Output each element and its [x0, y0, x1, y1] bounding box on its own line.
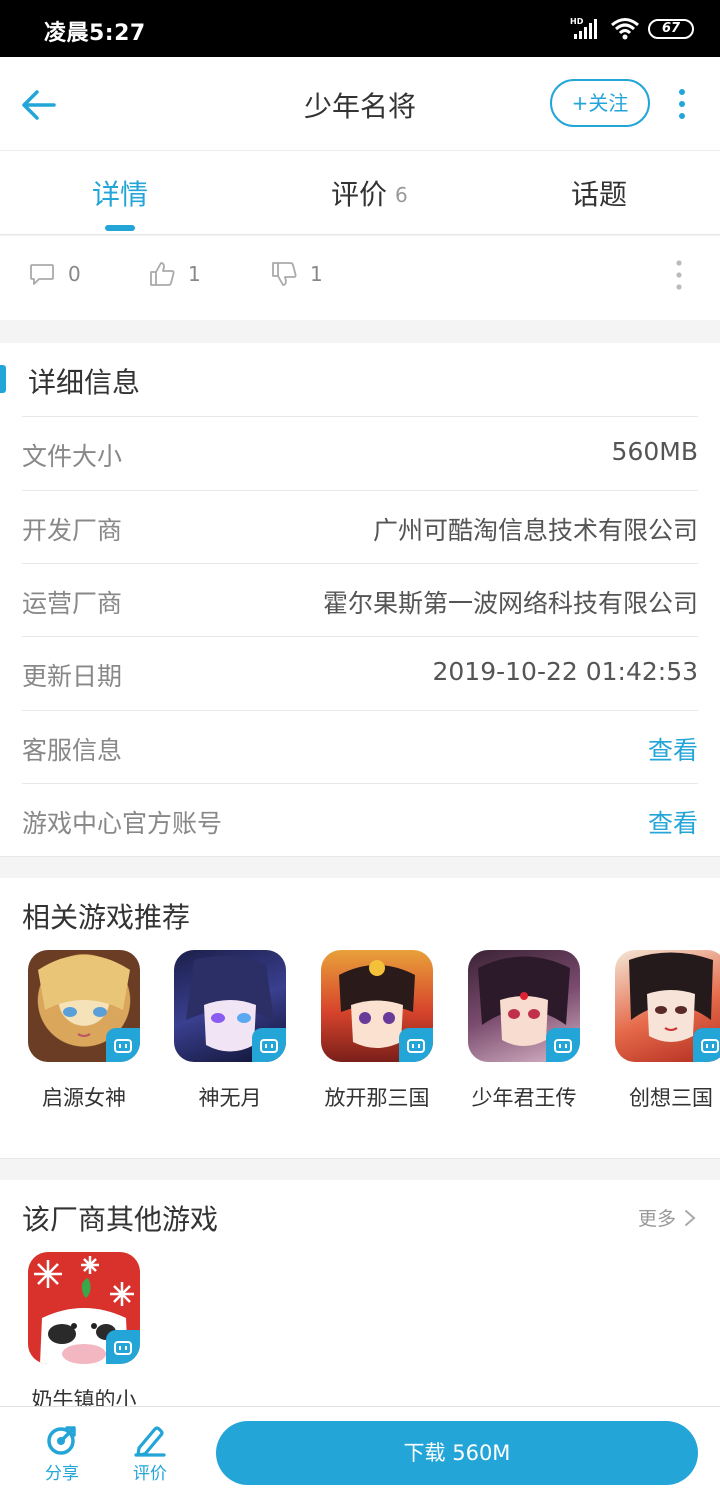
status-time: 凌晨5:27 — [44, 21, 146, 46]
details-title: 详细信息 — [28, 366, 141, 399]
game-name: 少年君王传 — [471, 1086, 577, 1110]
like-count: 1 — [188, 262, 201, 286]
tab-topics[interactable]: 话题 — [571, 173, 627, 213]
detail-row-developer: 开发厂商 广州可酷淘信息技术有限公司 — [22, 490, 698, 563]
status-bar: 凌晨5:27 HD 67 — [0, 0, 720, 57]
more-label: 更多 — [637, 1208, 676, 1230]
game-icon — [468, 950, 580, 1062]
detail-row-update-date: 更新日期 2019-10-22 01:42:53 — [22, 636, 698, 709]
detail-value: 霍尔果斯第一波网络科技有限公司 — [322, 589, 698, 618]
bilibili-badge-icon — [399, 1028, 433, 1062]
dislike-button[interactable]: 1 — [270, 260, 323, 288]
game-card[interactable]: 奶牛镇的小 — [19, 1252, 149, 1406]
official-account-view-link[interactable]: 查看 — [648, 804, 698, 840]
app-bar: 少年名将 +关注 — [0, 57, 720, 151]
vendor-games-section: 该厂商其他游戏 更多 奶牛镇的小 — [0, 1180, 720, 1406]
edit-pencil-icon — [134, 1426, 166, 1457]
game-name: 神无月 — [198, 1086, 262, 1110]
game-card[interactable]: 神无月 — [165, 950, 295, 1112]
related-games-section: 相关游戏推荐 启源女神 神无月 放开那三国 少年君王传 创想三国 — [0, 878, 720, 1158]
dislike-count: 1 — [310, 262, 323, 286]
bilibili-badge-icon — [252, 1028, 286, 1062]
related-games-title: 相关游戏推荐 — [22, 901, 191, 934]
wifi-icon — [611, 18, 639, 40]
review-more-icon[interactable] — [670, 258, 688, 292]
comment-count: 0 — [68, 262, 81, 286]
svg-text:HD: HD — [570, 17, 584, 26]
signal-icon: HD — [570, 17, 597, 39]
bilibili-badge-icon — [106, 1330, 140, 1364]
game-card[interactable]: 创想三国 — [606, 950, 720, 1112]
game-card[interactable]: 启源女神 — [19, 950, 149, 1112]
section-divider — [0, 1158, 720, 1180]
tab-topics-label: 话题 — [571, 178, 628, 211]
follow-button[interactable]: +关注 — [550, 79, 650, 127]
download-button[interactable]: 下载 560M — [216, 1421, 698, 1485]
review-actions: 0 1 1 — [0, 236, 720, 320]
share-label: 分享 — [45, 1464, 79, 1484]
tab-reviews[interactable]: 评价 6 — [331, 173, 408, 213]
tab-bar: 详情 评价 6 话题 — [0, 151, 720, 235]
write-review-button[interactable]: 评价 — [120, 1423, 180, 1484]
tab-reviews-count: 6 — [395, 183, 408, 207]
thumbs-up-icon — [150, 262, 175, 286]
tab-reviews-label: 评价 — [331, 178, 388, 211]
game-name: 启源女神 — [42, 1086, 126, 1110]
tab-details[interactable]: 详情 — [92, 173, 148, 213]
bottom-action-bar: 分享 评价 下载 560M — [0, 1406, 720, 1496]
detail-label: 开发厂商 — [22, 516, 123, 545]
section-accent-bar — [0, 365, 6, 393]
tab-details-label: 详情 — [92, 178, 149, 211]
section-divider — [0, 856, 720, 878]
detail-row-customer-service: 客服信息 查看 — [22, 710, 698, 783]
vendor-games-title: 该厂商其他游戏 — [22, 1203, 219, 1236]
game-card[interactable]: 少年君王传 — [459, 950, 589, 1112]
detail-label: 文件大小 — [22, 442, 123, 471]
game-icon — [615, 950, 720, 1062]
detail-row-official-account: 游戏中心官方账号 查看 — [22, 783, 698, 856]
details-section: 详细信息 文件大小 560MB 开发厂商 广州可酷淘信息技术有限公司 运营厂商 … — [0, 343, 720, 856]
game-name: 奶牛镇的小 — [31, 1388, 137, 1406]
section-divider — [0, 320, 720, 343]
game-icon — [174, 950, 286, 1062]
game-name: 创想三国 — [629, 1086, 713, 1110]
comment-button[interactable]: 0 — [28, 260, 81, 288]
share-button[interactable]: 分享 — [32, 1423, 92, 1484]
bilibili-badge-icon — [546, 1028, 580, 1062]
battery-icon: 67 — [648, 19, 694, 39]
game-icon — [28, 1252, 140, 1364]
detail-value: 560MB — [611, 437, 698, 466]
more-link[interactable]: 更多 — [638, 1204, 698, 1231]
game-card[interactable]: 放开那三国 — [312, 950, 442, 1112]
like-button[interactable]: 1 — [148, 260, 201, 288]
game-name: 放开那三国 — [324, 1086, 430, 1110]
detail-value: 广州可酷淘信息技术有限公司 — [372, 516, 698, 545]
detail-row-operator: 运营厂商 霍尔果斯第一波网络科技有限公司 — [22, 563, 698, 636]
bilibili-badge-icon — [693, 1028, 720, 1062]
chevron-right-icon — [685, 1209, 696, 1226]
detail-label: 游戏中心官方账号 — [22, 809, 223, 838]
thumbs-down-icon — [272, 262, 297, 286]
bilibili-badge-icon — [106, 1028, 140, 1062]
active-tab-indicator — [105, 225, 135, 231]
comment-icon — [30, 264, 54, 285]
game-icon — [28, 950, 140, 1062]
customer-service-view-link[interactable]: 查看 — [648, 731, 698, 767]
detail-label: 更新日期 — [22, 662, 123, 691]
share-icon — [47, 1426, 76, 1455]
detail-label: 运营厂商 — [22, 589, 123, 618]
detail-row-file-size: 文件大小 560MB — [22, 416, 698, 489]
detail-label: 客服信息 — [22, 736, 123, 765]
game-icon — [321, 950, 433, 1062]
more-vertical-icon[interactable] — [672, 87, 692, 121]
review-label: 评价 — [133, 1464, 167, 1484]
detail-value: 2019-10-22 01:42:53 — [432, 657, 698, 686]
